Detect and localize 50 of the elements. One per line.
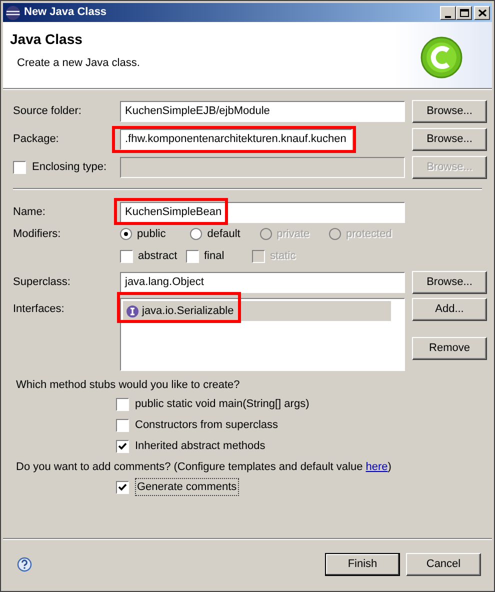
checkbox[interactable]: [120, 250, 133, 262]
checkbox[interactable]: [186, 250, 199, 262]
checkbox[interactable]: [116, 440, 129, 453]
field-label: Source folder:: [13, 104, 82, 119]
option-label: Generate comments: [135, 478, 239, 496]
dialog-button[interactable]: Remove: [412, 337, 487, 360]
checkbox[interactable]: [13, 160, 26, 174]
radio-button[interactable]: [190, 228, 202, 240]
option-label: Inherited abstract methods: [135, 439, 266, 454]
field-label: Name:: [13, 204, 46, 220]
minimize-icon[interactable]: [440, 6, 456, 20]
input-field[interactable]: [120, 156, 405, 178]
browse-button[interactable]: Browse...: [412, 128, 487, 150]
page-title: Java Class: [10, 30, 82, 49]
checkbox[interactable]: [116, 398, 129, 411]
maximize-icon[interactable]: [456, 6, 472, 20]
option-label: final: [204, 248, 224, 264]
option-label: abstract: [138, 248, 178, 264]
configure-link[interactable]: here: [366, 461, 388, 474]
checkbox[interactable]: [116, 419, 129, 432]
field-label: Superclass:: [13, 274, 72, 290]
radio-button[interactable]: [120, 228, 132, 240]
checkbox[interactable]: [116, 480, 129, 494]
item-label: java.io.Serializable: [142, 304, 234, 319]
list-item[interactable]: java.io.Serializable: [123, 301, 391, 321]
page-description: Create a new Java class.: [17, 56, 140, 71]
input-field[interactable]: java.lang.Object: [120, 272, 405, 292]
class-icon: [420, 36, 463, 79]
field-label: Package:: [13, 132, 60, 147]
input-field[interactable]: KuchenSimpleBean: [120, 202, 405, 222]
field-label: Modifiers:: [13, 226, 62, 242]
input-field[interactable]: .fhw.komponentenarchitekturen.knauf.kuchen: [120, 128, 352, 150]
question-text: Which method stubs would you like to create?: [15, 378, 241, 393]
help-icon[interactable]: [17, 557, 32, 572]
field-label: Interfaces:: [13, 303, 64, 315]
field-label: Enclosing type:: [32, 160, 107, 175]
option-label: public static void main(String[] args): [135, 397, 310, 412]
dialog-button[interactable]: Cancel: [406, 553, 481, 576]
option-label: default: [207, 226, 240, 242]
input-field[interactable]: KuchenSimpleEJB/ejbModule: [120, 100, 405, 122]
interface-icon: [126, 304, 139, 318]
dialog-button[interactable]: Finish: [325, 553, 400, 576]
close-icon[interactable]: [474, 6, 490, 20]
browse-button[interactable]: Browse...: [412, 270, 487, 294]
browse-button[interactable]: Browse...: [412, 100, 487, 122]
window-title: New Java Class: [24, 5, 108, 20]
dialog-button[interactable]: Add...: [412, 298, 487, 321]
question-text: Do you want to add comments? (Configure templates and default value here): [15, 460, 392, 476]
option-label: public: [137, 226, 166, 242]
option-label: Constructors from superclass: [135, 418, 278, 434]
